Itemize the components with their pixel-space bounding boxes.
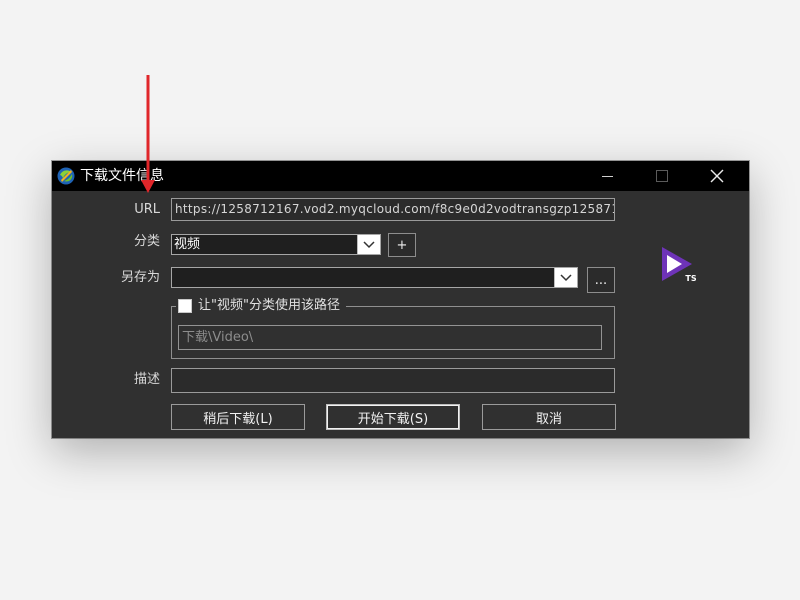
maximize-button[interactable]: [639, 161, 685, 191]
description-label: 描述: [133, 372, 160, 387]
add-category-button[interactable]: +: [388, 233, 416, 257]
chevron-down-icon: [554, 268, 577, 287]
url-label: URL: [134, 202, 160, 217]
download-file-info-dialog: 下载文件信息 URL https://1258712167.vod2.myqcl…: [52, 161, 749, 438]
idm-globe-icon: [57, 167, 75, 185]
url-field[interactable]: https://1258712167.vod2.myqcloud.com/f8c…: [171, 198, 615, 221]
cancel-button[interactable]: 取消: [482, 404, 616, 430]
ts-file-icon: TS: [662, 247, 700, 284]
title-bar: 下载文件信息: [52, 161, 749, 191]
start-download-button[interactable]: 开始下载(S): [326, 404, 460, 430]
minimize-icon: [601, 175, 613, 177]
browse-button[interactable]: ...: [587, 267, 615, 293]
url-value: https://1258712167.vod2.myqcloud.com/f8c…: [175, 202, 615, 216]
use-path-checkbox[interactable]: [178, 299, 192, 313]
category-label: 分类: [133, 234, 160, 249]
maximize-icon: [656, 170, 668, 182]
dialog-title: 下载文件信息: [80, 168, 164, 184]
category-selected: 视频: [174, 237, 201, 252]
chevron-down-icon: [357, 235, 380, 254]
save-as-select[interactable]: [171, 267, 578, 288]
description-field[interactable]: [171, 368, 615, 393]
ts-badge-text: TS: [685, 274, 696, 283]
category-path-input[interactable]: 下载\Video\: [178, 325, 602, 350]
category-select[interactable]: 视频: [171, 234, 381, 255]
save-as-label: 另存为: [120, 270, 160, 285]
use-path-label: 让"视频"分类使用该路径: [198, 298, 340, 313]
close-icon: [710, 169, 724, 183]
minimize-button[interactable]: [584, 161, 630, 191]
download-later-button[interactable]: 稍后下载(L): [171, 404, 305, 430]
close-button[interactable]: [694, 161, 740, 191]
category-path-legend: 让"视频"分类使用该路径: [176, 298, 346, 314]
